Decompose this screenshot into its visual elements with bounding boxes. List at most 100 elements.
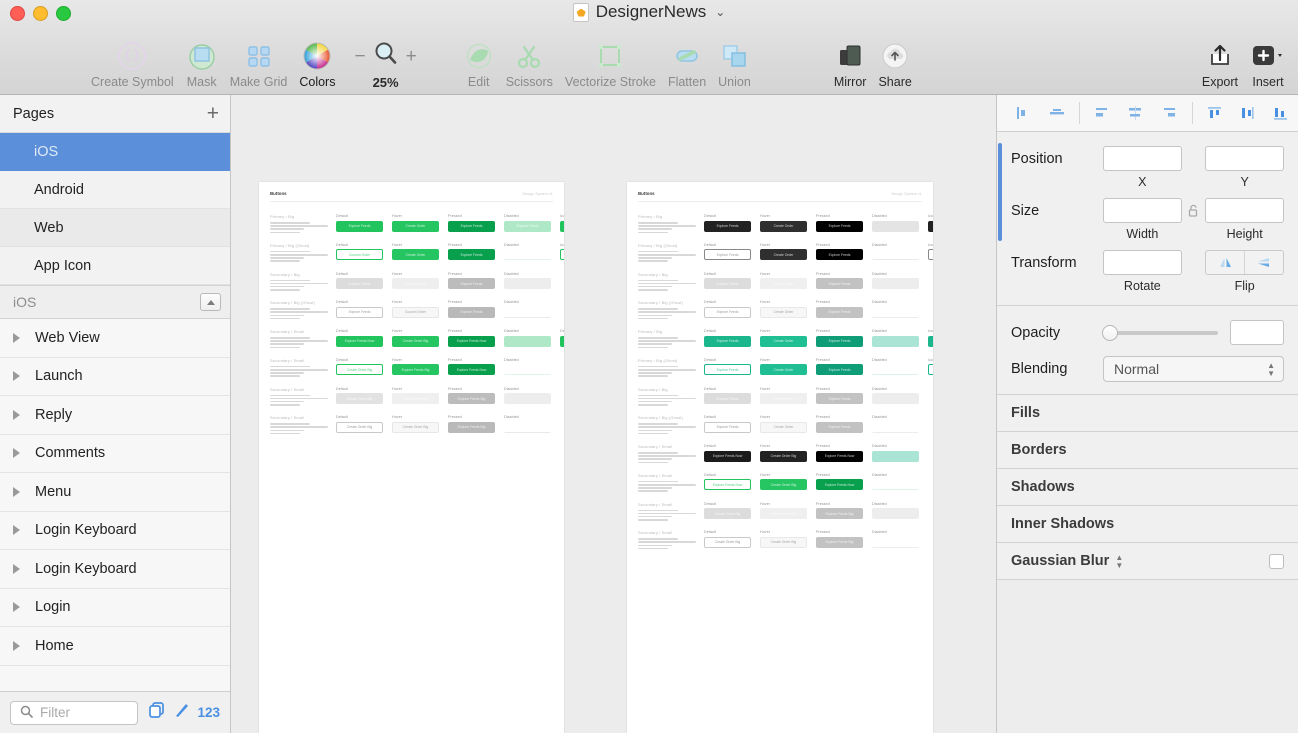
section-gaussian-blur[interactable]: Gaussian Blur ▲▼ [997,543,1298,580]
spec-button[interactable] [872,221,919,232]
spec-button[interactable]: Explore Feeds [816,221,863,232]
opacity-input[interactable] [1230,320,1284,345]
align-vertical-centers-icon[interactable] [1119,99,1152,127]
spec-button[interactable]: Explore Feeds Now [448,364,495,375]
distribute-middle-icon[interactable] [1232,99,1265,127]
toolbar-button-mask[interactable]: Mask [180,28,224,90]
section-shadows[interactable]: Shadows [997,469,1298,506]
spec-button[interactable]: Create Order [760,307,807,318]
sidebar-page-ios[interactable]: iOS [0,133,230,171]
spec-button[interactable]: Custom Order [336,249,383,260]
spec-button[interactable]: Create Order [760,364,807,375]
spec-button[interactable] [872,537,919,548]
position-y-input[interactable] [1205,146,1284,171]
spec-button[interactable]: Explore Feeds [704,307,751,318]
flip-horizontal-icon[interactable] [1206,256,1244,269]
toolbar-button-union[interactable]: Union [712,28,757,90]
spec-button[interactable]: Explore Feeds [704,422,751,433]
spec-button[interactable]: Explore Feeds [816,364,863,375]
position-x-input[interactable] [1103,146,1182,171]
duplicate-icon[interactable] [148,701,166,724]
spec-button[interactable]: Explore Feeds [816,249,863,260]
unlock-icon[interactable] [1182,204,1206,218]
chevron-down-icon[interactable]: ⌄ [715,5,725,19]
spec-button[interactable]: Explore Feeds [336,278,383,289]
disclosure-triangle-icon[interactable] [13,487,35,497]
disclosure-triangle-icon[interactable] [13,371,35,381]
disclosure-triangle-icon[interactable] [13,641,35,651]
spec-button[interactable]: Explore Feeds [504,221,551,232]
collapse-up-icon[interactable] [200,293,221,311]
align-center-horizontal-icon[interactable] [1040,99,1073,127]
layer-item-login-keyboard-2[interactable]: Login Keyboard [0,550,230,589]
align-bottom-edges-icon[interactable] [1152,99,1185,127]
spec-button[interactable]: Create Order Big [704,537,751,548]
spec-button[interactable] [872,422,919,433]
toolbar-button-make-grid[interactable]: Make Grid [224,28,294,90]
spec-button[interactable]: Reply Now [928,364,933,375]
filter-input[interactable]: Filter [10,701,138,725]
disclosure-triangle-icon[interactable] [13,564,35,574]
artboard-buttons-1[interactable]: Buttons Design System v1 Primary / BigDe… [259,182,564,733]
toolbar-button-mirror[interactable]: Mirror [828,28,873,90]
spec-button[interactable] [872,479,919,490]
spec-button[interactable] [872,278,919,289]
spec-button[interactable]: Reply Now [560,221,564,232]
spec-button[interactable]: Create Order [760,393,807,404]
spec-button[interactable]: Explore Feeds [704,393,751,404]
sidebar-page-android[interactable]: Android [0,171,230,209]
layer-item-comments[interactable]: Comments [0,435,230,474]
spec-button[interactable]: Create Order [760,221,807,232]
disclosure-triangle-icon[interactable] [13,410,35,420]
spec-button[interactable]: Create Order Big [336,422,383,433]
spec-button[interactable]: Explore Feeds [816,278,863,289]
spec-button[interactable]: Explore Feeds [704,336,751,347]
spec-button[interactable]: Explore Feeds [448,249,495,260]
toolbar-button-create-symbol[interactable]: Create Symbol [85,28,180,90]
spec-button[interactable]: Explore Feeds [816,393,863,404]
spec-button[interactable]: Create Order [760,336,807,347]
spec-button[interactable]: Explore Feeds [448,221,495,232]
canvas-area[interactable]: Buttons Design System v1 Primary / BigDe… [231,95,996,733]
spec-button[interactable]: Create Order Big [704,508,751,519]
inspector-scroll-indicator[interactable] [998,143,1002,241]
spec-button[interactable]: Explore Feeds [816,422,863,433]
spec-button[interactable]: Create Order Big [760,479,807,490]
spec-button[interactable]: Create Order Big [760,537,807,548]
spec-button[interactable] [504,422,551,433]
spec-button[interactable]: Explore Feeds [816,336,863,347]
spec-button[interactable]: Explore Feeds Now [816,451,863,462]
zoom-in-button[interactable]: + [406,47,417,66]
artboard-buttons-2[interactable]: Buttons Design System v1 Primary / BigDe… [627,182,933,733]
spec-button[interactable]: Reply Now [560,249,564,260]
sidebar-page-app-icon[interactable]: App Icon [0,247,230,285]
section-fills[interactable]: Fills [997,395,1298,432]
spec-button[interactable]: Explore Feeds Big [816,537,863,548]
spec-button[interactable] [872,307,919,318]
spec-button[interactable] [872,336,919,347]
align-left-icon[interactable] [1007,99,1040,127]
spec-button[interactable]: Explore Feeds [336,307,383,318]
spec-button[interactable]: Explore Feeds [704,364,751,375]
spec-button[interactable]: Explore Feeds Now [704,451,751,462]
spec-button[interactable]: Explore Feeds [448,278,495,289]
spec-button[interactable]: Reply Now [928,221,933,232]
spec-button[interactable] [504,364,551,375]
spec-button[interactable]: Explore Feeds [448,307,495,318]
layer-item-web-view[interactable]: Web View [0,319,230,358]
layer-item-login-keyboard-1[interactable]: Login Keyboard [0,512,230,551]
plus-icon[interactable]: + [207,103,219,124]
spec-button[interactable]: Create Order [392,249,439,260]
distribute-top-icon[interactable] [1199,99,1232,127]
flip-vertical-icon[interactable] [1245,256,1283,269]
spec-button[interactable] [872,508,919,519]
disclosure-triangle-icon[interactable] [13,525,35,535]
spec-button[interactable] [504,393,551,404]
layer-item-reply[interactable]: Reply [0,396,230,435]
spec-button[interactable]: Explore Feeds Big [392,364,439,375]
spec-button[interactable]: Create Order Big [760,451,807,462]
layer-item-menu[interactable]: Menu [0,473,230,512]
toolbar-button-share[interactable]: Share [872,28,917,90]
blending-select[interactable]: Normal ▲▼ [1103,356,1284,382]
spec-button[interactable]: Explore Feeds Now [816,479,863,490]
